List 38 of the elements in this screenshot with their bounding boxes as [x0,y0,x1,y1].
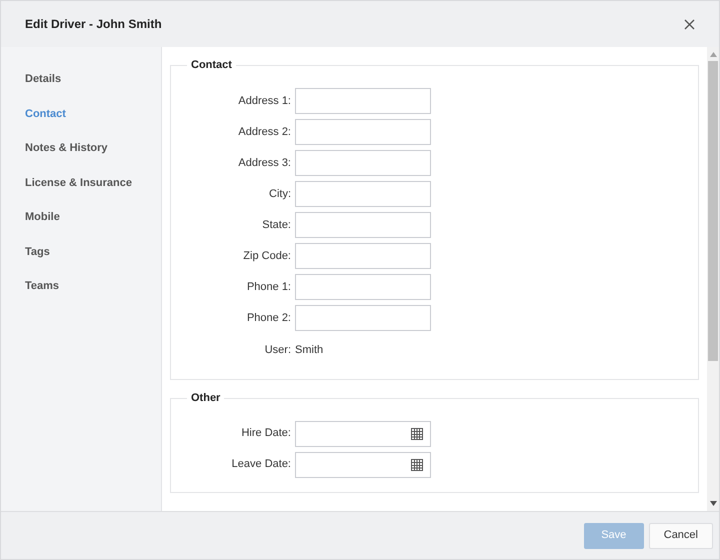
sidebar-item[interactable]: Notes & History [1,131,161,166]
field-label: Address 3: [237,156,291,171]
text-field[interactable] [295,119,431,145]
sidebar-item[interactable]: Tags [1,234,161,269]
field-label: Hire Date: [240,426,291,442]
calendar-icon[interactable] [411,458,423,470]
text-field[interactable] [295,150,431,176]
field-label: Zip Code: [242,248,291,264]
sidebar-item[interactable]: Details [1,62,161,96]
text-field[interactable] [295,181,431,207]
sidebar-item[interactable]: License & Insurance [1,166,161,200]
field-label: Address 1: [237,94,291,109]
close-icon[interactable] [684,18,695,30]
sidebar-item[interactable]: Mobile [1,200,161,234]
date-field[interactable] [295,452,431,478]
calendar-icon[interactable] [411,428,423,440]
window-title: Edit Driver - John Smith [25,16,162,33]
cancel-button[interactable]: Cancel [648,522,713,548]
scroll-down-icon[interactable] [710,501,716,506]
text-field[interactable] [295,212,431,238]
section-title: Other [187,392,224,404]
field-label: Phone 1: [246,280,291,295]
text-field[interactable] [295,243,431,269]
field-label: Address 2: [237,124,291,140]
text-field[interactable] [295,305,431,331]
field-value: Smith [295,343,324,358]
field-label: User: [264,343,291,358]
field-label: Phone 2: [246,310,291,326]
field-label: City: [268,186,291,202]
sidebar-item[interactable]: Teams [1,269,161,304]
field-label: Leave Date: [230,457,291,472]
scrollbar[interactable] [707,47,719,511]
field-label: State: [261,218,291,233]
scroll-up-icon[interactable] [710,52,716,57]
scrollbar-thumb[interactable] [708,61,718,361]
date-field[interactable] [295,420,431,446]
text-field[interactable] [295,88,431,114]
text-field[interactable] [295,274,431,300]
